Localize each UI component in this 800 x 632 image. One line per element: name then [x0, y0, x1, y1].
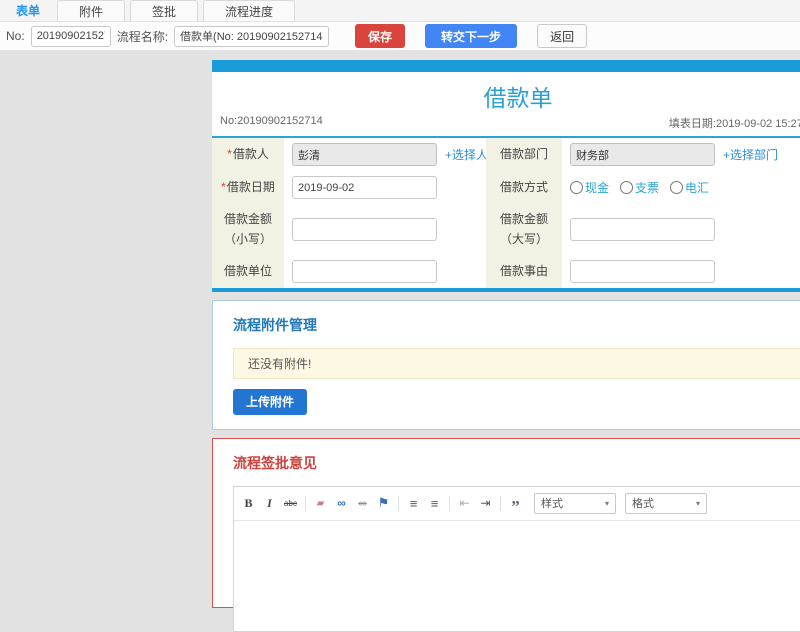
amount-lower-label-cell: 借款金额（小写）: [212, 204, 284, 255]
no-attachments-message: 还没有附件!: [233, 347, 800, 379]
department-label-cell: 借款部门: [486, 138, 562, 171]
method-radio-wire[interactable]: [670, 181, 684, 194]
amount-upper-value-cell: [562, 204, 800, 255]
borrower-label: 借款人: [232, 147, 269, 162]
attachments-heading: 流程附件管理: [233, 316, 317, 333]
method-option-cheque[interactable]: 支票: [620, 179, 659, 196]
toolbar-separator: [449, 495, 450, 511]
department-input[interactable]: [570, 143, 715, 166]
loan-date-value-cell: [284, 171, 486, 204]
no-label: No:: [6, 29, 25, 43]
italic-icon[interactable]: I: [260, 494, 279, 512]
chevron-down-icon: ▾: [604, 498, 609, 508]
attachments-panel: 流程附件管理 还没有附件! 上传附件: [212, 299, 800, 430]
editor-content[interactable]: [234, 520, 800, 631]
unit-input[interactable]: [292, 259, 437, 283]
link-icon[interactable]: ∞: [332, 494, 351, 512]
no-input[interactable]: [30, 25, 111, 47]
tab-approval[interactable]: 签批: [130, 0, 199, 21]
loan-date-label: 借款日期: [226, 180, 275, 195]
doc-number: No:20190902152714: [220, 115, 323, 127]
loan-form-panel: 借款单 No:20190902152714 填表日期:2019-09-02 15…: [212, 60, 800, 292]
format-select-value: 格式: [632, 498, 654, 511]
page: { "colors": { "accent_blue": "#1b9cd8", …: [0, 0, 800, 632]
signature-panel: 流程签批意见 B I abc ▰ ∞ ∞ ⚑ ≡ ≡ ⇤ ⇥ ” 样式 ▾ 格式…: [212, 437, 800, 632]
method-option-cheque-label: 支票: [635, 181, 660, 195]
method-radio-cash[interactable]: [570, 181, 583, 194]
toolbar-separator: [500, 495, 501, 511]
tab-form[interactable]: 表单: [4, 0, 52, 21]
numbered-list-icon[interactable]: ≡: [404, 494, 423, 512]
toolbar-separator: [398, 495, 399, 511]
anchor-flag-icon[interactable]: ⚑: [374, 494, 393, 512]
method-label: 借款方式: [499, 180, 548, 195]
reason-label: 借款事由: [499, 264, 548, 279]
method-option-wire-label: 电汇: [685, 181, 710, 195]
amount-lower-label: 借款金额（小写）: [223, 212, 272, 247]
amount-lower-input[interactable]: [292, 217, 437, 241]
process-name-input[interactable]: [174, 25, 330, 47]
bold-icon[interactable]: B: [239, 494, 258, 512]
style-select-value: 样式: [541, 498, 563, 511]
strikethrough-icon[interactable]: abc: [281, 494, 300, 512]
select-department-link[interactable]: +选择部门: [723, 146, 778, 163]
loan-date-input[interactable]: [292, 176, 437, 199]
signature-heading: 流程签批意见: [233, 454, 317, 471]
method-option-cash[interactable]: 现金: [570, 179, 609, 196]
reason-value-cell: [562, 254, 800, 288]
process-name-label: 流程名称:: [116, 29, 169, 44]
unit-value-cell: [284, 254, 486, 288]
editor-toolbar: B I abc ▰ ∞ ∞ ⚑ ≡ ≡ ⇤ ⇥ ” 样式 ▾ 格式 ▾: [234, 486, 800, 521]
unit-label-cell: 借款单位: [212, 254, 284, 288]
borrower-input[interactable]: [292, 143, 437, 166]
content-column: 借款单 No:20190902152714 填表日期:2019-09-02 15…: [212, 60, 800, 632]
remove-format-icon[interactable]: ▰: [311, 494, 330, 512]
unit-label: 借款单位: [223, 264, 272, 279]
amount-upper-input[interactable]: [570, 217, 715, 241]
toolbar-separator: [305, 495, 306, 511]
method-option-cash-label: 现金: [585, 181, 610, 195]
department-value-cell: +选择部门: [562, 138, 800, 171]
tab-process-progress[interactable]: 流程进度: [203, 0, 296, 21]
department-label: 借款部门: [499, 147, 548, 162]
borrower-value-cell: +选择人员: [284, 138, 500, 171]
rich-text-editor: B I abc ▰ ∞ ∞ ⚑ ≡ ≡ ⇤ ⇥ ” 样式 ▾ 格式 ▾: [233, 485, 800, 632]
upload-attachment-button[interactable]: 上传附件: [233, 388, 308, 415]
amount-upper-label-cell: 借款金额（大写）: [486, 204, 562, 255]
tab-bar: 表单 附件 签批 流程进度: [0, 0, 800, 22]
save-button[interactable]: 保存: [355, 24, 406, 48]
indent-icon[interactable]: ⇥: [476, 494, 495, 512]
method-label-cell: 借款方式: [486, 171, 562, 204]
amount-lower-value-cell: [284, 204, 486, 255]
style-select[interactable]: 样式 ▾: [534, 492, 616, 514]
form-grid: *借款人 +选择人员 借款部门 +选择部门 *借款日期 借款方式: [212, 136, 800, 292]
command-bar: No: 流程名称: 保存 转交下一步 返回: [0, 22, 800, 51]
amount-upper-label: 借款金额（大写）: [499, 212, 548, 247]
fill-date: 填表日期:2019-09-02 15:27:1: [668, 118, 800, 130]
back-button[interactable]: 返回: [537, 24, 588, 48]
loan-date-label-cell: * 借款日期: [212, 171, 284, 204]
tab-attachments[interactable]: 附件: [57, 0, 126, 21]
reason-label-cell: 借款事由: [486, 254, 562, 288]
borrower-label-cell: * 借款人: [212, 138, 284, 171]
form-meta: No:20190902152714 填表日期:2019-09-02 15:27:…: [212, 115, 800, 136]
blockquote-icon[interactable]: ”: [506, 491, 525, 516]
unlink-icon[interactable]: ∞: [353, 494, 372, 512]
reason-input[interactable]: [570, 259, 715, 283]
forward-next-step-button[interactable]: 转交下一步: [425, 24, 518, 48]
method-value-cell: 现金 支票 电汇: [562, 171, 800, 204]
method-radio-cheque[interactable]: [620, 181, 634, 194]
required-mark: *: [227, 147, 232, 162]
form-title: 借款单: [483, 85, 553, 111]
outdent-icon[interactable]: ⇤: [455, 494, 474, 512]
required-mark: *: [221, 180, 226, 195]
chevron-down-icon: ▾: [695, 498, 700, 508]
bulleted-list-icon[interactable]: ≡: [425, 494, 444, 512]
format-select[interactable]: 格式 ▾: [625, 492, 707, 514]
panel-top-bar: [212, 60, 800, 72]
method-option-wire[interactable]: 电汇: [670, 179, 709, 196]
